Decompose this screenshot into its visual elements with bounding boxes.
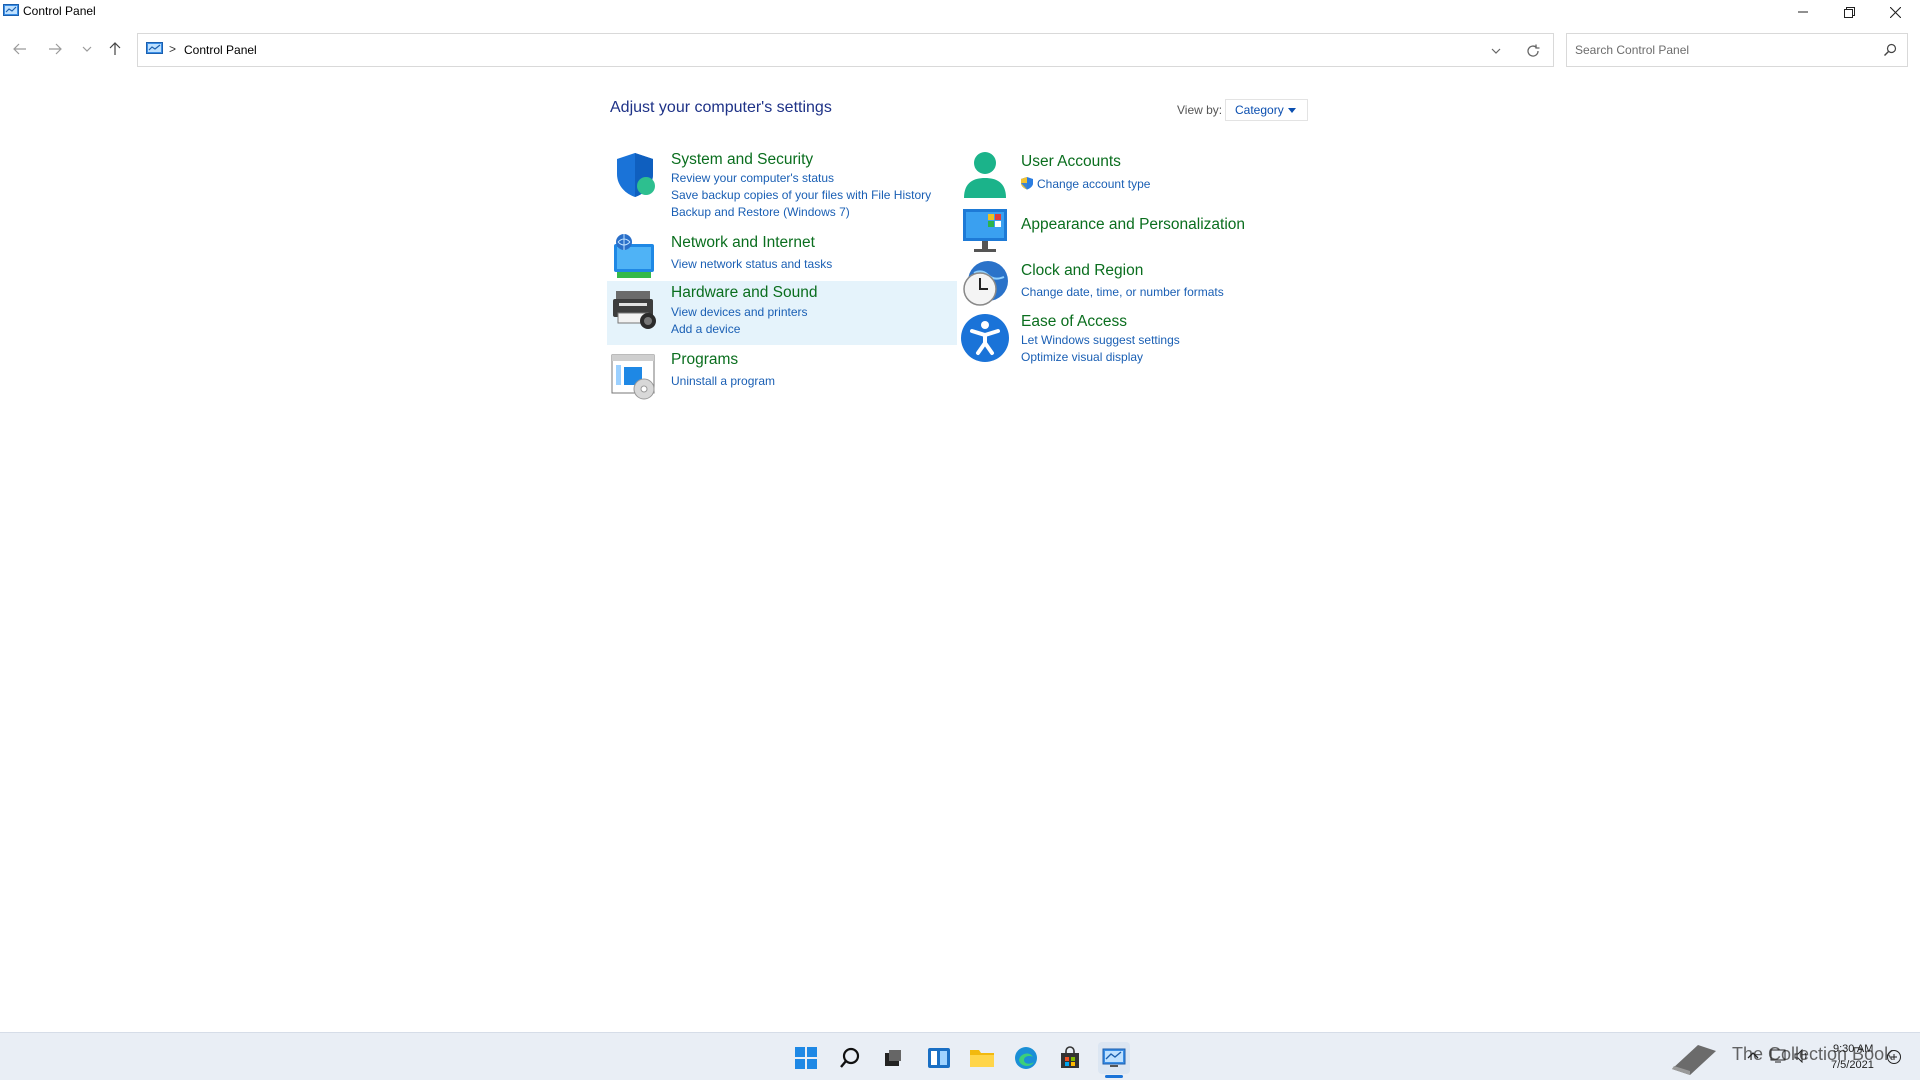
up-button[interactable] <box>104 38 126 60</box>
task-view-button[interactable] <box>877 1042 909 1074</box>
breadcrumb-control-panel[interactable]: Control Panel <box>184 43 257 57</box>
category-title[interactable]: Ease of Access <box>1021 313 1127 331</box>
store-bag-icon <box>1061 1046 1079 1068</box>
accessibility-icon <box>961 314 1009 362</box>
start-button[interactable] <box>790 1042 822 1074</box>
search-placeholder: Search Control Panel <box>1575 43 1690 57</box>
link-add-device[interactable]: Add a device <box>671 322 740 336</box>
search-input[interactable]: Search Control Panel <box>1566 33 1908 67</box>
arrow-right-icon <box>49 43 62 55</box>
restore-icon <box>1843 6 1855 18</box>
link-network-status[interactable]: View network status and tasks <box>671 257 832 271</box>
link-date-time-formats[interactable]: Change date, time, or number formats <box>1021 285 1224 299</box>
chevron-down-icon[interactable] <box>1489 44 1503 58</box>
programs-icon <box>611 354 655 400</box>
page-heading: Adjust your computer's settings <box>610 99 832 116</box>
refresh-icon[interactable] <box>1525 43 1541 59</box>
search-taskbar-button[interactable] <box>834 1042 866 1074</box>
link-file-history[interactable]: Save backup copies of your files with Fi… <box>671 188 931 202</box>
arrow-up-icon <box>109 42 121 55</box>
store-button[interactable] <box>1054 1042 1086 1074</box>
minimize-icon <box>1798 11 1808 13</box>
chevron-down-icon <box>82 46 92 52</box>
close-button[interactable] <box>1872 0 1918 24</box>
category-title[interactable]: User Accounts <box>1021 153 1121 171</box>
notification-icon[interactable] <box>1886 1049 1902 1065</box>
clock-globe-icon <box>963 261 1008 306</box>
link-suggest-settings[interactable]: Let Windows suggest settings <box>1021 333 1180 347</box>
search-icon[interactable] <box>1883 43 1897 57</box>
category-title[interactable]: Clock and Region <box>1021 262 1143 280</box>
active-indicator <box>1105 1075 1123 1078</box>
link-uninstall[interactable]: Uninstall a program <box>671 374 775 388</box>
search-icon <box>840 1047 860 1068</box>
network-icon[interactable] <box>1770 1049 1786 1063</box>
address-bar[interactable]: > Control Panel <box>137 33 1554 67</box>
caret-down-icon <box>1288 108 1296 113</box>
title-bar: Control Panel <box>0 0 1920 24</box>
link-devices-printers[interactable]: View devices and printers <box>671 305 808 319</box>
control-panel-icon <box>3 4 19 16</box>
task-view-icon <box>885 1050 901 1066</box>
taskbar: The Collection Book 9:30 AM 7/5/2021 <box>0 1032 1920 1080</box>
edge-button[interactable] <box>1010 1042 1042 1074</box>
user-icon <box>964 152 1006 198</box>
control-panel-taskbar-button[interactable] <box>1098 1042 1130 1074</box>
view-by-label: View by: <box>1177 103 1223 117</box>
monitor-personalization-icon <box>963 209 1007 252</box>
breadcrumb-separator[interactable]: > <box>169 42 176 56</box>
widgets-button[interactable] <box>923 1042 955 1074</box>
window-title: Control Panel <box>23 4 96 18</box>
link-change-account-type[interactable]: Change account type <box>1037 177 1150 191</box>
folder-icon <box>970 1050 994 1067</box>
back-button[interactable] <box>9 38 31 60</box>
printer-icon <box>613 291 656 329</box>
restore-button[interactable] <box>1826 0 1872 24</box>
category-title[interactable]: System and Security <box>671 151 813 169</box>
view-by-value: Category <box>1235 103 1284 117</box>
category-title[interactable]: Appearance and Personalization <box>1021 216 1245 234</box>
category-title[interactable]: Network and Internet <box>671 234 815 252</box>
link-backup-restore[interactable]: Backup and Restore (Windows 7) <box>671 205 850 219</box>
category-title[interactable]: Programs <box>671 351 738 369</box>
shield-icon <box>617 153 655 197</box>
arrow-left-icon <box>13 43 26 55</box>
close-icon <box>1889 6 1901 18</box>
clock-time[interactable]: 9:30 AM <box>1833 1043 1873 1055</box>
file-explorer-button[interactable] <box>966 1042 998 1074</box>
recent-locations-button[interactable] <box>76 38 98 60</box>
network-globe-icon <box>614 234 654 278</box>
clock-date[interactable]: 7/5/2021 <box>1831 1059 1874 1071</box>
widgets-icon <box>928 1048 950 1068</box>
edge-browser-icon <box>1015 1047 1037 1069</box>
forward-button[interactable] <box>44 38 66 60</box>
link-optimize-display[interactable]: Optimize visual display <box>1021 350 1143 364</box>
category-title[interactable]: Hardware and Sound <box>671 284 818 302</box>
minimize-button[interactable] <box>1780 0 1826 24</box>
volume-icon[interactable] <box>1794 1049 1810 1063</box>
link-review-status[interactable]: Review your computer's status <box>671 171 834 185</box>
control-panel-icon <box>1102 1048 1126 1067</box>
windows-logo-icon <box>795 1047 817 1069</box>
chevron-up-icon[interactable] <box>1746 1049 1760 1063</box>
book-logo-icon <box>1672 1045 1716 1075</box>
view-by-dropdown[interactable]: Category <box>1225 99 1308 121</box>
control-panel-icon <box>146 42 163 54</box>
uac-shield-icon <box>1021 177 1033 190</box>
